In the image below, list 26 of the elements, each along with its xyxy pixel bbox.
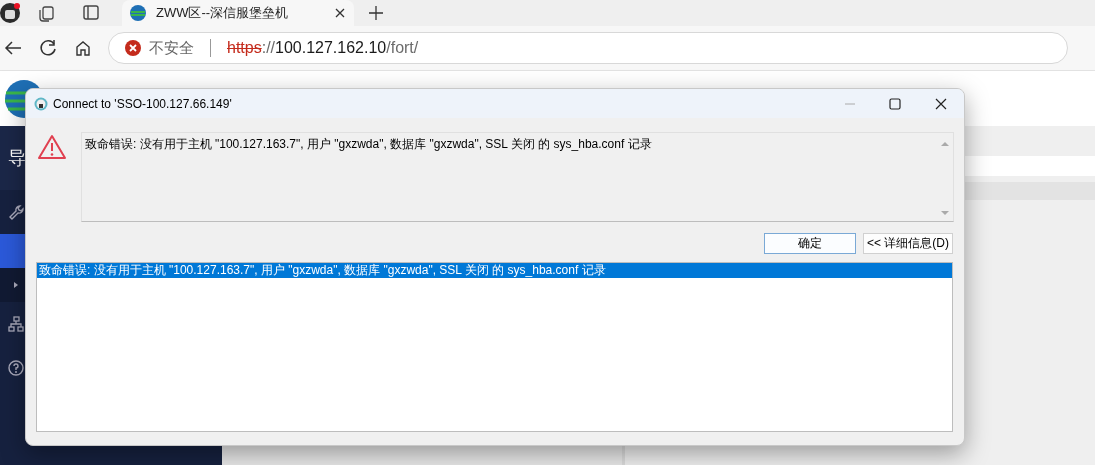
maximize-icon[interactable] xyxy=(889,97,901,110)
warning-icon xyxy=(38,134,66,160)
new-tab-icon[interactable] xyxy=(368,5,384,21)
details-button[interactable]: << 详细信息(D) xyxy=(863,233,953,254)
profile-avatar-icon[interactable] xyxy=(0,3,20,23)
address-bar[interactable]: 不安全 https://100.127.162.10/fort/ xyxy=(108,32,1068,64)
tab-title: ZWW区--深信服堡垒机 xyxy=(156,4,290,22)
refresh-icon[interactable] xyxy=(39,39,57,57)
error-icon xyxy=(125,40,141,56)
back-icon[interactable] xyxy=(4,39,22,57)
dialog-title: Connect to 'SSO-100.127.66.149' xyxy=(53,96,233,111)
network-icon xyxy=(8,316,24,332)
browser-tab[interactable]: ZWW区--深信服堡垒机 xyxy=(122,0,354,26)
app-icon xyxy=(34,96,48,111)
home-icon[interactable] xyxy=(74,39,92,57)
sidebar-toggle-icon[interactable] xyxy=(82,3,100,23)
close-icon[interactable] xyxy=(935,97,947,110)
wrench-icon xyxy=(8,204,24,220)
collections-icon[interactable] xyxy=(38,3,56,23)
close-icon[interactable] xyxy=(334,7,346,19)
address-url: https://100.127.162.10/fort/ xyxy=(227,39,419,57)
security-status[interactable]: 不安全 xyxy=(149,38,194,58)
globe-logo-icon xyxy=(130,5,146,21)
details-row[interactable]: 致命错误: 没有用于主机 "100.127.163.7", 用户 "gxzwda", 数据库 "gxzwda", SSL 关闭 的 sys_hba.conf 记录 xyxy=(37,263,952,278)
ok-button[interactable]: 确定 xyxy=(764,233,856,254)
help-icon xyxy=(8,360,24,376)
